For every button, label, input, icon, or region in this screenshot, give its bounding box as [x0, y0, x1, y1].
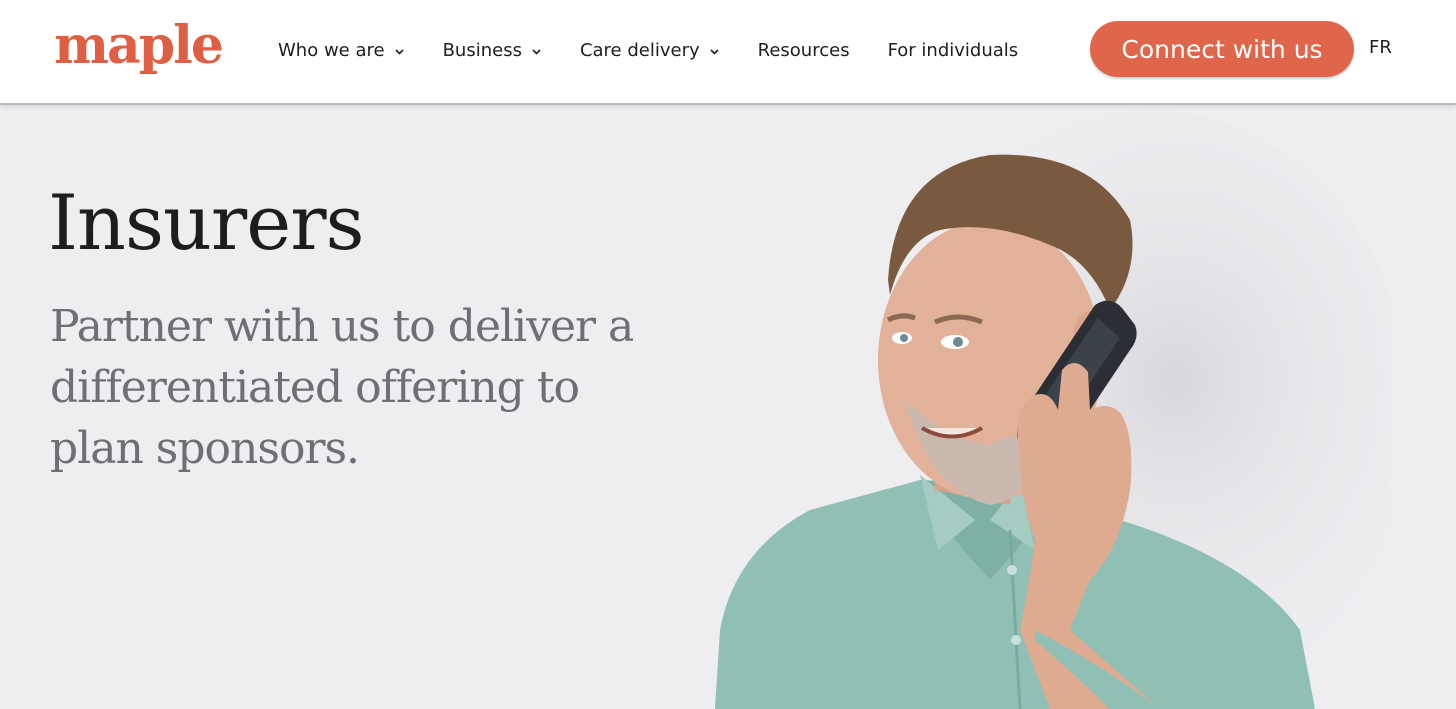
- nav-item-business[interactable]: Business: [443, 40, 542, 61]
- nav-item-label: Care delivery: [579, 39, 700, 61]
- nav-item-resources[interactable]: Resources: [758, 40, 850, 61]
- connect-with-us-button[interactable]: Connect with us: [1090, 21, 1354, 77]
- chevron-down-icon: [709, 46, 720, 57]
- language-toggle-fr[interactable]: FR: [1369, 37, 1392, 58]
- maple-logo[interactable]: maple: [54, 8, 224, 84]
- main-nav: Who we are Business Care delivery Resour…: [278, 0, 1056, 100]
- nav-item-label: Resources: [757, 39, 850, 61]
- nav-item-label: For individuals: [887, 39, 1019, 61]
- site-header: maple Who we are Business Care delivery …: [0, 0, 1456, 105]
- nav-item-for-individuals[interactable]: For individuals: [888, 40, 1019, 61]
- page-title: Insurers: [48, 178, 365, 267]
- chevron-down-icon: [531, 46, 542, 57]
- nav-item-care-delivery[interactable]: Care delivery: [580, 40, 720, 61]
- nav-item-who-we-are[interactable]: Who we are: [278, 40, 405, 61]
- nav-item-label: Business: [442, 39, 522, 61]
- nav-item-label: Who we are: [278, 39, 385, 61]
- hero-subtitle: Partner with us to deliver a differentia…: [50, 301, 634, 474]
- chevron-down-icon: [394, 46, 405, 57]
- man-on-phone-photo: [690, 110, 1410, 709]
